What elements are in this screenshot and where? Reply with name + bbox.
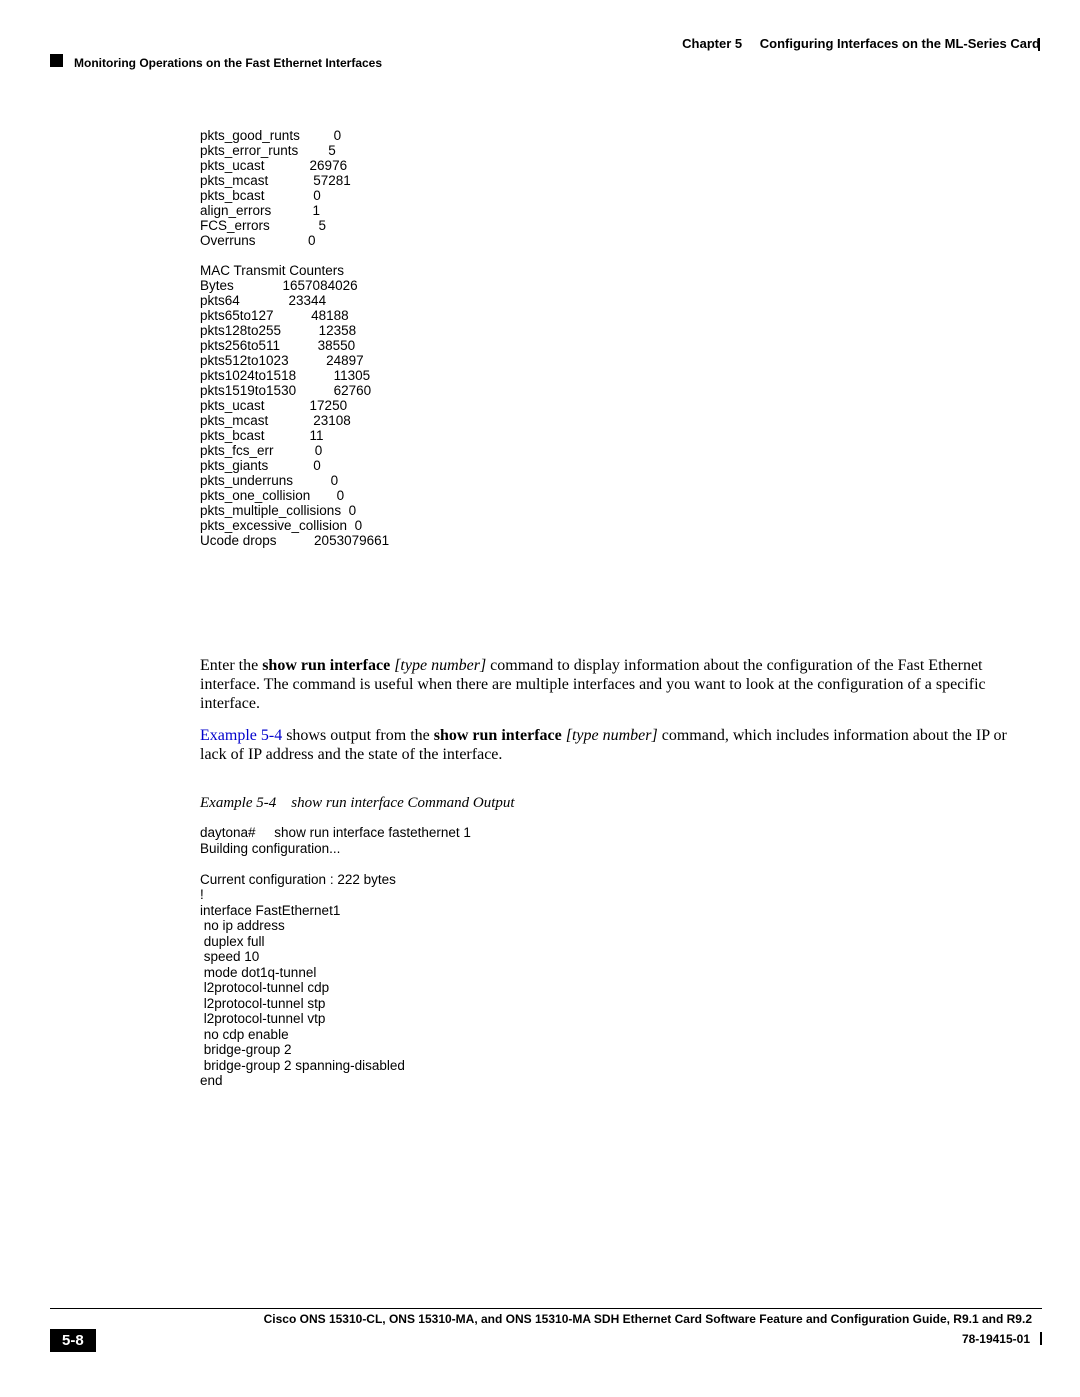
page-footer: Cisco ONS 15310-CL, ONS 15310-MA, and ON… [50,1308,1042,1356]
example-title: show run interface Command Output [291,795,514,811]
text: shows output from the [282,727,434,744]
document-number: 78-19415-01 [962,1332,1030,1346]
footer-guide-title: Cisco ONS 15310-CL, ONS 15310-MA, and ON… [50,1312,1032,1326]
body-paragraph-1: Enter the show run interface [type numbe… [200,656,1010,713]
example-label: Example 5-4 [200,795,276,811]
section-title: Monitoring Operations on the Fast Ethern… [74,56,382,70]
footer-end-bar [1040,1332,1042,1345]
example-link[interactable]: Example 5-4 [200,727,282,744]
section-title-row: Monitoring Operations on the Fast Ethern… [50,56,382,70]
header-right: Chapter 5 Configuring Interfaces on the … [682,36,1040,51]
header-end-bar [1038,38,1040,51]
command-text: show run interface [262,657,394,674]
chapter-label: Chapter 5 [682,36,742,51]
text: Enter the [200,657,262,674]
body-paragraph-2: Example 5-4 shows output from the show r… [200,726,1010,764]
footer-bottom-row: 5-8 78-19415-01 [50,1332,1042,1356]
example-caption: Example 5-4 show run interface Command O… [200,795,515,812]
cli-output-block-2: daytona# show run interface fastethernet… [200,825,471,1089]
document-page: Chapter 5 Configuring Interfaces on the … [0,0,1080,1397]
argument-text: [type number] [566,727,662,744]
argument-text: [type number] [394,657,490,674]
cli-output-block-1: pkts_good_runts 0 pkts_error_runts 5 pkt… [200,128,389,548]
chapter-title: Configuring Interfaces on the ML-Series … [760,36,1040,51]
page-number-badge: 5-8 [50,1329,96,1352]
command-text: show run interface [434,727,566,744]
